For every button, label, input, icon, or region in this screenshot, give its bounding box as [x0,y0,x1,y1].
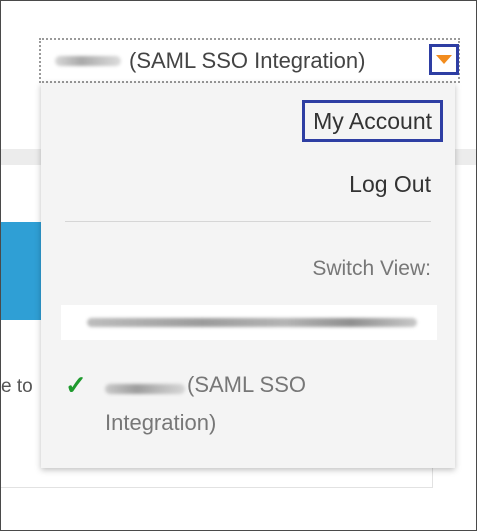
switch-view-option[interactable] [61,305,437,340]
my-account-link[interactable]: My Account [302,100,443,142]
redacted-view-name [87,318,417,327]
switch-view-label: Switch View: [312,257,431,280]
account-menu-trigger[interactable]: (SAML SSO Integration) [39,38,460,83]
redacted-username [55,55,121,66]
account-trigger-label: (SAML SSO Integration) [129,47,366,73]
redacted-username [105,384,185,394]
checkmark-icon: ✓ [65,370,87,400]
screenshot-frame: e to (SAML SSO Integration) My Account L… [0,0,477,531]
background-text: e to [1,376,33,397]
account-dropdown-menu: My Account Log Out Switch View: ✓ (SAML … [41,83,455,468]
dropdown-toggle-button[interactable] [429,44,459,75]
blue-panel-edge [1,222,41,320]
current-view-label-line1: (SAML SSO [187,372,306,397]
background-divider [1,487,433,488]
caret-down-icon [436,55,452,64]
log-out-link[interactable]: Log Out [349,171,431,198]
menu-divider [65,221,431,222]
current-view-label-line2: Integration) [105,410,217,435]
